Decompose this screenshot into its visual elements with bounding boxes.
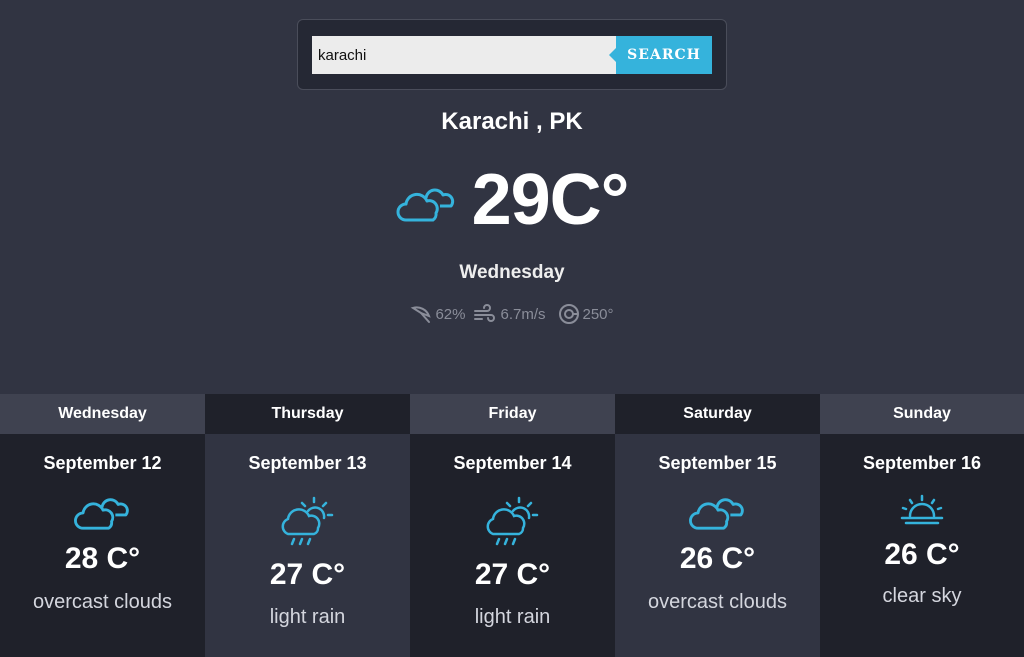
forecast-date: September 14: [453, 453, 572, 473]
humidity-stat: 62%: [410, 304, 465, 324]
compass-icon: [558, 304, 579, 324]
forecast-temp: 28 C°: [64, 542, 141, 575]
forecast-day: Saturday September 15 26 C° overcast clo…: [615, 394, 820, 657]
forecast-weekday: Wednesday: [0, 394, 205, 434]
forecast-description: overcast clouds: [648, 591, 787, 613]
forecast-date: September 13: [248, 453, 367, 473]
clouds-icon: [73, 498, 129, 530]
location-title: Karachi , PK: [441, 108, 583, 135]
forecast-day: Sunday September 16 26 C° clear sky: [820, 394, 1024, 657]
forecast-temp: 27 C°: [474, 558, 551, 591]
wind-direction-stat: 250°: [558, 303, 614, 325]
search-input[interactable]: [312, 36, 616, 74]
forecast-body: September 16 26 C° clear sky: [820, 434, 1024, 657]
forecast-body: September 14 27 C° light rain: [410, 434, 615, 657]
current-temperature: 29C°: [471, 160, 630, 240]
forecast-date: September 15: [658, 453, 777, 473]
forecast-body: September 15 26 C° overcast clouds: [615, 434, 820, 657]
search-button-label: SEARCH: [627, 47, 701, 63]
forecast-description: light rain: [474, 606, 551, 628]
forecast-temp: 27 C°: [269, 558, 346, 591]
wind-icon: [474, 304, 496, 322]
current-day: Wednesday: [459, 262, 565, 283]
humidity-value: 62%: [435, 305, 466, 323]
forecast-weekday: Sunday: [820, 394, 1024, 434]
forecast-date: September 16: [862, 453, 982, 473]
forecast-body: September 13 27 C° light rain: [205, 434, 410, 657]
search-box: SEARCH: [297, 19, 727, 90]
sun-rain-icon: [486, 496, 538, 546]
forecast-strip: Wednesday September 12 28 C° overcast cl…: [0, 394, 1024, 657]
forecast-weekday: Saturday: [615, 394, 820, 434]
forecast-day: Friday September 14 27 C° light rain: [410, 394, 615, 657]
forecast-description: overcast clouds: [33, 591, 172, 613]
search-button[interactable]: SEARCH: [609, 36, 712, 74]
wind-speed-value: 6.7m/s: [500, 305, 546, 323]
forecast-day: Wednesday September 12 28 C° overcast cl…: [0, 394, 205, 657]
search-button-notch: [609, 48, 616, 62]
forecast-date: September 12: [43, 453, 162, 473]
umbrella-icon: [411, 306, 432, 323]
forecast-weekday: Friday: [410, 394, 615, 434]
wind-speed-stat: 6.7m/s: [473, 304, 546, 324]
forecast-description: light rain: [269, 606, 346, 628]
sun-rain-icon: [281, 496, 333, 546]
sunrise-icon: [900, 494, 944, 525]
cloud-icon: [396, 188, 454, 222]
current-weather: 29C°: [0, 160, 1024, 240]
weather-stats: 62% 6.7m/s 250°: [0, 303, 1024, 325]
clouds-icon: [688, 498, 744, 530]
forecast-temp: 26 C°: [679, 542, 756, 575]
forecast-temp: 26 C°: [884, 538, 960, 571]
forecast-body: September 12 28 C° overcast clouds: [0, 434, 205, 657]
forecast-day: Thursday September 13 27 C° light rain: [205, 394, 410, 657]
wind-direction-value: 250°: [582, 305, 614, 323]
forecast-description: clear sky: [882, 585, 962, 607]
forecast-weekday: Thursday: [205, 394, 410, 434]
